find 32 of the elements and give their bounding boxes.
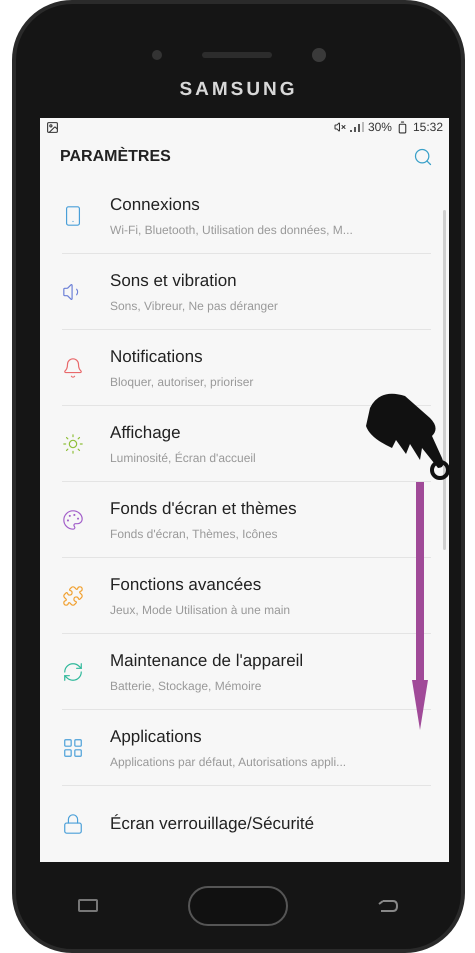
item-subtitle: Batterie, Stockage, Mémoire xyxy=(110,678,262,695)
screen-title: PARAMÈTRES xyxy=(60,146,171,167)
item-title: Maintenance de l'appareil xyxy=(110,650,304,672)
back-icon[interactable] xyxy=(377,898,399,912)
brand-logo: SAMSUNG xyxy=(179,78,298,102)
item-subtitle: Luminosité, Écran d'accueil xyxy=(110,450,256,467)
item-subtitle: Fonds d'écran, Thèmes, Icônes xyxy=(110,526,278,543)
mute-icon xyxy=(334,121,346,133)
item-subtitle: Wi-Fi, Bluetooth, Utilisation des données, M... xyxy=(110,222,353,239)
image-icon xyxy=(46,120,59,134)
item-title: Notifications xyxy=(110,346,204,368)
item-title: Applications xyxy=(110,726,203,748)
item-title: Affichage xyxy=(110,422,182,444)
item-title: Sons et vibration xyxy=(110,270,238,292)
item-subtitle: Bloquer, autoriser, prioriser xyxy=(110,374,254,391)
item-subtitle: Sons, Vibreur, Ne pas déranger xyxy=(110,298,278,315)
battery-percent: 30% xyxy=(368,119,392,136)
item-title: Fonds d'écran et thèmes xyxy=(110,498,297,520)
camera-icon xyxy=(152,50,162,60)
signal-icon xyxy=(350,122,364,132)
item-subtitle: Applications par défaut, Autorisations appli... xyxy=(110,754,346,771)
sensor-icon xyxy=(312,48,326,62)
item-subtitle: Jeux, Mode Utilisation à une main xyxy=(110,602,290,619)
search-icon[interactable] xyxy=(413,147,433,167)
battery-icon xyxy=(396,120,409,134)
item-title: Fonctions avancées xyxy=(110,574,262,596)
item-title: Connexions xyxy=(110,194,201,216)
item-title: Écran verrouillage/Sécurité xyxy=(110,813,314,836)
recent-apps-icon[interactable] xyxy=(78,899,98,912)
home-button[interactable] xyxy=(188,886,288,926)
down-arrow-icon xyxy=(412,482,428,730)
clock-time: 15:32 xyxy=(412,119,443,136)
